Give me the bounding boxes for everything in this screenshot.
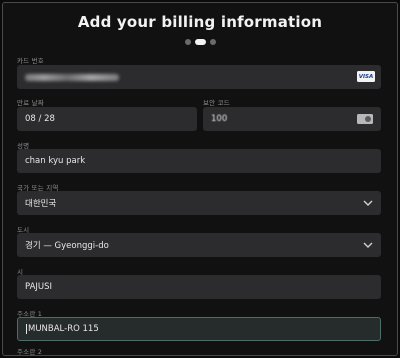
name-value: chan kyu park — [25, 156, 86, 166]
step-indicator — [185, 39, 216, 45]
chevron-down-icon — [363, 242, 373, 248]
city-field[interactable]: PAJUSI — [17, 275, 381, 299]
step-dot-3 — [210, 39, 216, 45]
cvc-card-icon — [357, 114, 373, 124]
country-select[interactable]: 대한민국 — [17, 191, 381, 215]
expiry-label: 만료 날짜 — [17, 99, 44, 107]
country-value: 대한민국 — [25, 199, 57, 209]
step-dot-2-active — [195, 39, 206, 45]
page-title: Add your billing information — [77, 13, 323, 31]
expiry-field[interactable]: 08 / 28 — [17, 107, 197, 131]
billing-dialog: Add your billing information 카드 번호 VISA … — [2, 2, 398, 356]
expiry-value: 08 / 28 — [25, 114, 55, 124]
visa-icon: VISA — [357, 71, 375, 82]
text-cursor — [26, 324, 27, 334]
address1-field[interactable]: MUNBAL-RO 115 — [17, 317, 381, 341]
address2-label: 주소란 2 — [17, 348, 43, 356]
cvc-label: 보안 코드 — [203, 99, 230, 107]
card-number-masked-value — [25, 73, 119, 81]
city-value: PAJUSI — [25, 282, 53, 292]
province-select[interactable]: 경기 — Gyeonggi-do — [17, 233, 381, 257]
card-number-field[interactable]: VISA — [17, 65, 381, 89]
cvc-value: 100 — [211, 114, 228, 124]
address1-value: MUNBAL-RO 115 — [28, 324, 99, 334]
name-field[interactable]: chan kyu park — [17, 149, 381, 173]
chevron-down-icon — [363, 200, 373, 206]
cvc-field[interactable]: 100 — [203, 107, 381, 131]
province-value: 경기 — Gyeonggi-do — [25, 241, 109, 251]
step-dot-1 — [185, 39, 191, 45]
card-number-label: 카드 번호 — [17, 57, 44, 65]
